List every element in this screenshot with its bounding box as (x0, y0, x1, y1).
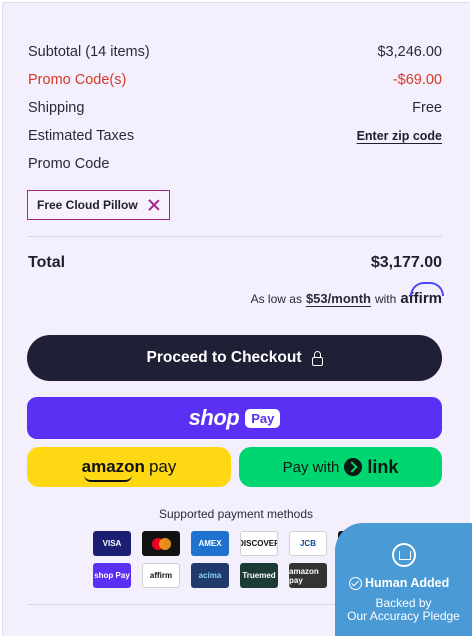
pay-with-link-button[interactable]: Pay with link (239, 447, 442, 487)
amazon-logo: amazon (82, 457, 145, 482)
proceed-to-checkout-button[interactable]: Proceed to Checkout (27, 335, 442, 381)
affirm-prefix: As low as (250, 292, 302, 306)
amazon-pay-word: pay (148, 457, 177, 476)
subtotal-row: Subtotal (14 items) $3,246.00 (28, 44, 442, 60)
link-word: link (367, 456, 399, 477)
payment-logo-discover: DISCOVER (240, 531, 278, 556)
checkout-label: Proceed to Checkout (146, 349, 302, 366)
payment-logo-truemed: Truemed (240, 563, 278, 588)
payment-logo-jcb: JCB (289, 531, 327, 556)
payment-logo-amex: AMEX (191, 531, 229, 556)
payment-logo-mastercard (142, 531, 180, 556)
subtotal-label: Subtotal (14 items) (28, 44, 150, 60)
shipping-row: Shipping Free (28, 100, 442, 116)
payment-logo-affirm: affirm (142, 563, 180, 588)
supported-methods-heading: Supported payment methods (158, 507, 314, 521)
divider (28, 236, 442, 237)
payment-logo-shop-pay: shop Pay (93, 563, 131, 588)
affirm-amount-link[interactable]: $53/month (306, 291, 371, 306)
taxes-label: Estimated Taxes (28, 128, 135, 144)
promo-value: -$69.00 (392, 72, 442, 88)
home-icon (392, 543, 416, 567)
promo-chip-label: Free Cloud Pillow (37, 198, 138, 212)
human-added-title: Human Added (349, 576, 449, 590)
total-label: Total (28, 254, 66, 271)
enter-zip-link[interactable]: Enter zip code (357, 129, 442, 143)
total-value: $3,177.00 (370, 254, 442, 271)
taxes-row: Estimated Taxes Enter zip code (28, 128, 442, 144)
link-arrow-icon (344, 458, 363, 476)
affirm-with: with (374, 292, 397, 306)
promo-label: Promo Code(s) (28, 72, 127, 88)
shop-pay-badge: Pay (245, 408, 281, 428)
total-row: Total $3,177.00 (28, 254, 442, 272)
payment-logo-visa: VISA (93, 531, 131, 556)
promo-code-row: Promo Code (28, 156, 442, 172)
human-added-badge[interactable]: Human Added Backed by Our Accuracy Pledg… (335, 523, 472, 636)
amazon-pay-button[interactable]: amazon pay (27, 447, 231, 487)
shipping-label: Shipping (28, 100, 85, 116)
lock-icon (311, 350, 323, 366)
affirm-financing-line: As low as $53/month with affirm (250, 282, 445, 307)
payment-logo-amazon-pay: amazon pay (289, 563, 327, 588)
link-prefix: Pay with (282, 458, 340, 476)
shop-pay-button[interactable]: shop Pay (27, 397, 442, 439)
payment-logo-acima: acima (191, 563, 229, 588)
badge-line-1: Backed by (375, 596, 432, 610)
affirm-logo: affirm (400, 282, 445, 307)
promo-chip: Free Cloud Pillow (27, 190, 170, 220)
promo-code-label: Promo Code (28, 156, 110, 172)
shop-pay-logo: shop (188, 405, 240, 430)
check-circle-icon (349, 576, 362, 590)
shipping-value: Free (412, 100, 442, 116)
badge-line-2: Our Accuracy Pledge (347, 609, 460, 623)
subtotal-value: $3,246.00 (377, 44, 442, 60)
promo-discount-row: Promo Code(s) -$69.00 (28, 72, 442, 88)
divider (28, 604, 338, 605)
close-icon[interactable] (148, 199, 160, 211)
